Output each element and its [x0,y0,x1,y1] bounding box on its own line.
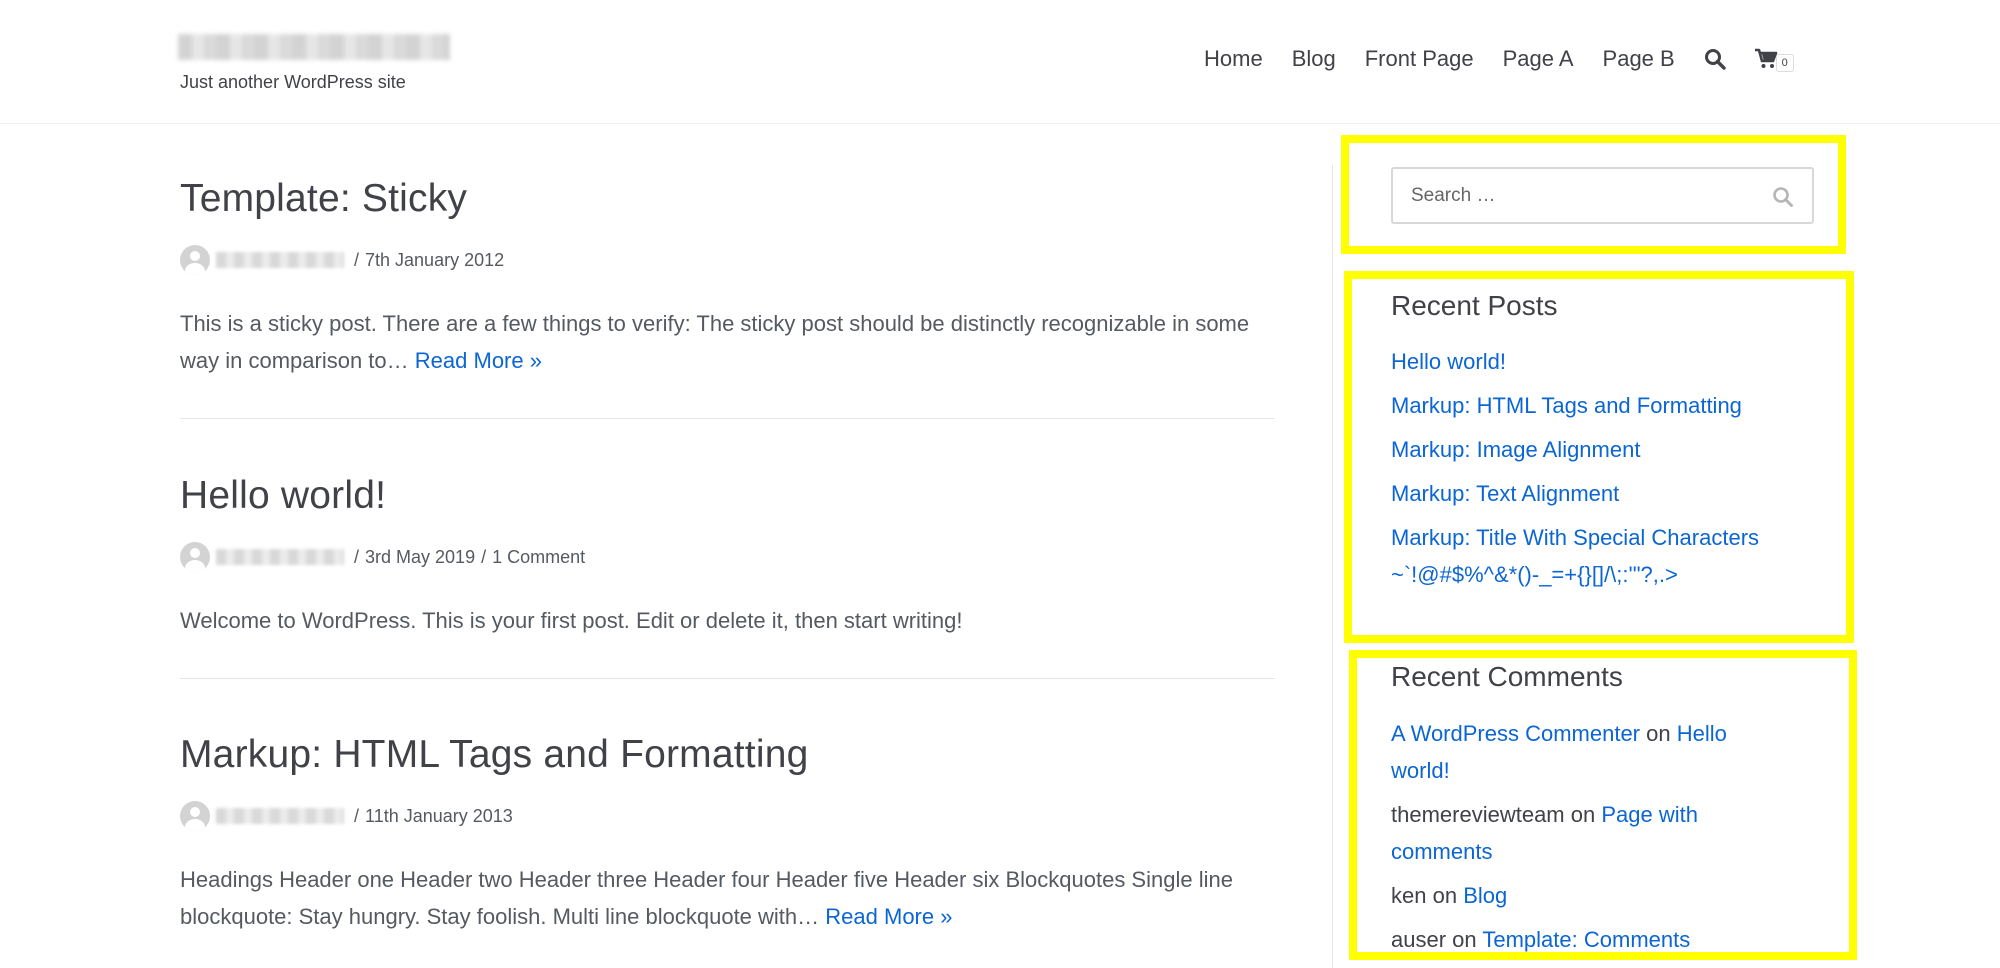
post-date: 11th January 2013 [365,805,513,826]
comment-on-word: on [1570,802,1596,827]
primary-nav: Home Blog Front Page Page A Page B 0 [1204,46,1794,72]
meta-separator: / [354,249,360,270]
list-item: Markup: Image Alignment [1391,431,1801,468]
recent-post-link[interactable]: Hello world! [1391,349,1506,374]
post-excerpt-text: This is a sticky post. There are a few t… [180,311,1250,373]
list-item: Markup: HTML Tags and Formatting [1391,387,1801,424]
post-title[interactable]: Template: Sticky [180,177,1275,221]
list-item: Hello world! [1391,343,1801,380]
read-more-link[interactable]: Read More » [415,348,542,373]
meta-separator: / [481,546,487,567]
post-meta: / 3rd May 2019 / 1 Comment [180,542,1275,572]
cart-button[interactable]: 0 [1754,46,1794,72]
post-meta: / 7th January 2012 [180,245,1275,275]
post-comments-link[interactable]: 1 Comment [492,547,585,568]
post-excerpt: Headings Header one Header two Header th… [180,861,1275,935]
read-more-link[interactable]: Read More » [825,904,952,929]
author-name-blurred[interactable] [216,549,344,565]
cart-icon [1754,48,1778,68]
search-form [1391,167,1814,224]
meta-separator: / [354,805,360,826]
nav-item-blog[interactable]: Blog [1292,46,1336,72]
cart-count-badge: 0 [1775,54,1794,72]
comment-author: ken [1391,883,1427,908]
list-item: Markup: Text Alignment [1391,475,1801,512]
site-header: Just another WordPress site Home Blog Fr… [0,0,2000,124]
post-title[interactable]: Markup: HTML Tags and Formatting [180,733,1275,777]
comment-post-link[interactable]: Blog [1463,883,1507,908]
list-item: ken on Blog [1391,877,1791,914]
post-divider [180,418,1275,419]
recent-posts-title: Recent Posts [1391,290,1558,321]
author-avatar [180,801,210,831]
recent-comments-title: Recent Comments [1391,661,1623,692]
comment-on-word: on [1646,721,1671,746]
nav-item-page-b[interactable]: Page B [1603,46,1675,72]
recent-posts-list: Hello world! Markup: HTML Tags and Forma… [1391,343,1801,600]
post-article: Template: Sticky / 7th January 2012 This… [180,177,1275,379]
post-excerpt: Welcome to WordPress. This is your first… [180,602,1275,639]
nav-item-front-page[interactable]: Front Page [1365,46,1474,72]
post-meta: / 11th January 2013 [180,801,1275,831]
list-item: auser on Template: Comments [1391,921,1791,958]
recent-post-link[interactable]: Markup: Title With Special Characters ~`… [1391,525,1759,587]
author-name-blurred[interactable] [216,808,344,824]
comment-author: auser [1391,927,1447,952]
post-article: Hello world! / 3rd May 2019 / 1 Comment … [180,474,1275,639]
recent-post-link[interactable]: Markup: Image Alignment [1391,437,1640,462]
post-date: 3rd May 2019 [365,546,476,567]
comment-on-word: on [1432,883,1458,908]
meta-separator: / [354,546,360,567]
post-excerpt-text: Welcome to WordPress. This is your first… [180,608,963,633]
site-tagline: Just another WordPress site [180,72,406,92]
list-item: A WordPress Commenter on Hello world! [1391,715,1791,789]
post-article: Markup: HTML Tags and Formatting / 11th … [180,733,1275,935]
search-input[interactable] [1411,169,1751,222]
author-name-blurred[interactable] [216,252,344,268]
recent-comments-list: A WordPress Commenter on Hello world! th… [1391,715,1791,965]
search-icon [1773,187,1793,207]
nav-item-home[interactable]: Home [1204,46,1263,72]
post-excerpt-text: Headings Header one Header two Header th… [180,867,1233,929]
comment-author-link[interactable]: A WordPress Commenter [1391,721,1640,746]
post-title[interactable]: Hello world! [180,474,1275,518]
comment-post-link[interactable]: Template: Comments [1482,927,1690,952]
post-divider [180,678,1275,679]
comment-author: themereviewteam [1391,802,1565,827]
site-logo-blurred[interactable] [178,34,450,60]
recent-post-link[interactable]: Markup: Text Alignment [1391,481,1619,506]
post-date: 7th January 2012 [365,249,505,270]
search-icon[interactable] [1704,48,1726,70]
list-item: Markup: Title With Special Characters ~`… [1391,519,1801,593]
post-excerpt: This is a sticky post. There are a few t… [180,305,1275,379]
author-avatar [180,542,210,572]
list-item: themereviewteam on Page with comments [1391,796,1791,870]
sidebar-divider [1332,165,1333,968]
recent-post-link[interactable]: Markup: HTML Tags and Formatting [1391,393,1742,418]
search-submit-button[interactable] [1772,186,1794,208]
nav-item-page-a[interactable]: Page A [1503,46,1574,72]
author-avatar [180,245,210,275]
comment-on-word: on [1452,927,1477,952]
